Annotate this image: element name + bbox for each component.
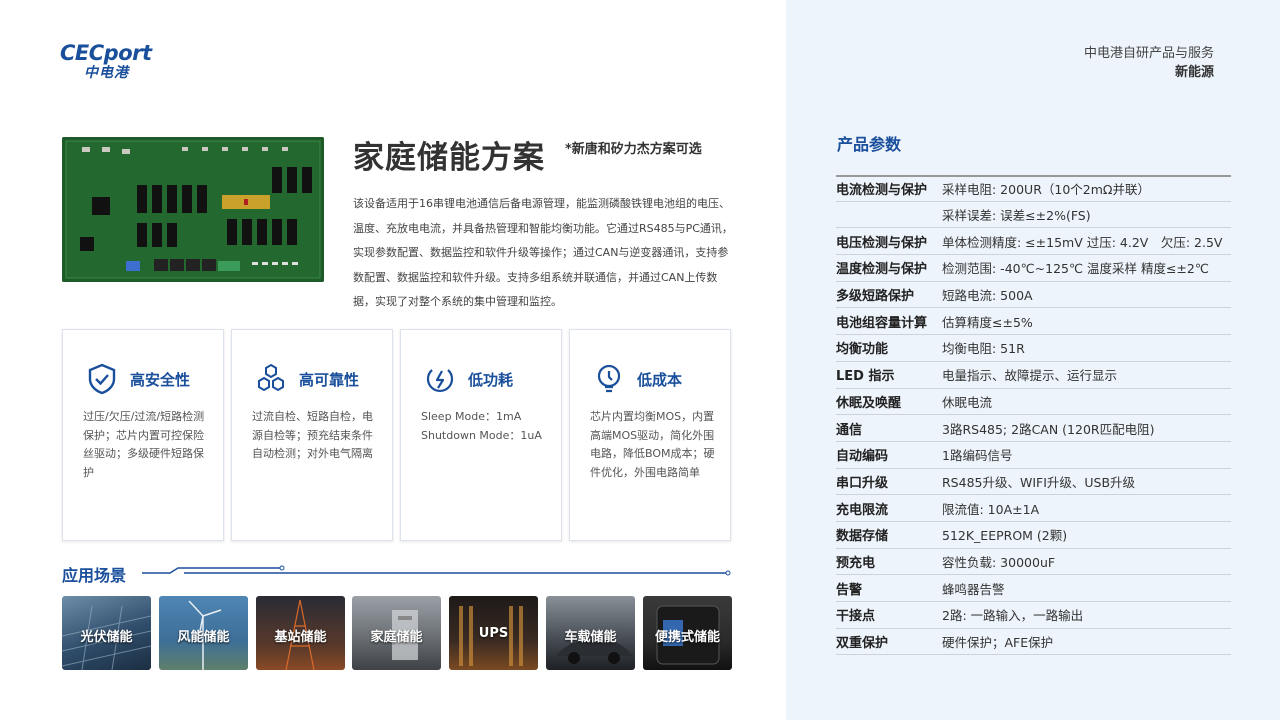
spec-key: 预充电: [836, 555, 876, 571]
spec-row: 预充电 容性负载: 30000uF: [836, 549, 1231, 576]
spec-value: 容性负载: 30000uF: [942, 554, 1056, 570]
spec-row: 休眠及唤醒 休眠电流: [836, 389, 1231, 416]
spec-value: 蜂鸣器告警: [942, 581, 1005, 597]
app-card-home: 家庭储能: [352, 596, 441, 670]
feature-title: 低功耗: [468, 371, 514, 389]
feature-desc: 过流自检、短路自检，电源自检等；预充结束条件自动检测；对外电气隔离: [252, 410, 373, 460]
app-name: 便携式储能: [654, 630, 720, 645]
spec-value: 3路RS485; 2路CAN (120R匹配电阻): [942, 421, 1155, 437]
feature-desc: Sleep Mode：1mA Shutdown Mode：1uA: [421, 410, 542, 442]
company-logo: CECport 中电港: [60, 42, 170, 84]
app-card-ups: UPS: [449, 596, 538, 670]
spec-key: 双重保护: [836, 636, 889, 652]
app-name: 风能储能: [177, 630, 230, 645]
spec-row: 充电限流 限流值: 10A±1A: [836, 495, 1231, 522]
app-name: 基站储能: [274, 630, 327, 645]
specs-title: 产品参数: [837, 135, 902, 154]
spec-key: 充电限流: [836, 502, 889, 518]
spec-row: 多级短路保护 短路电流: 500A: [836, 282, 1231, 309]
spec-key: 温度检测与保护: [836, 262, 928, 278]
app-card-portable: 便携式储能: [643, 596, 732, 670]
logo-text-cn: 中电港: [84, 65, 129, 81]
spec-key: 电流检测与保护: [836, 183, 928, 199]
spec-key: LED 指示: [836, 369, 895, 385]
feature-card-low-cost: 低成本 芯片内置均衡MOS，内置高端MOS驱动，简化外围电路，降低BOM成本；硬…: [569, 329, 731, 541]
spec-row: 温度检测与保护 检测范围: -40℃~125℃ 温度采样 精度≤±2℃: [836, 255, 1231, 282]
spec-value: 短路电流: 500A: [942, 288, 1033, 304]
spec-key: 均衡功能: [836, 342, 889, 358]
spec-row: 采样误差: 误差≤±2%(FS): [836, 202, 1231, 229]
app-name: 光伏储能: [80, 630, 133, 645]
spec-value: 均衡电阻: 51R: [942, 341, 1025, 357]
feature-title: 低成本: [637, 371, 683, 389]
spec-value: 1路编码信号: [942, 448, 1013, 464]
feature-desc: 芯片内置均衡MOS，内置高端MOS驱动，简化外围电路，降低BOM成本；硬件优化，…: [590, 410, 715, 479]
spec-row: 电池组容量计算 估算精度≤±5%: [836, 308, 1231, 336]
header-section: 新能源: [1174, 65, 1214, 80]
spec-row: 数据存储 512K_EEPROM (2颗): [836, 522, 1231, 549]
app-name: 车载储能: [564, 630, 617, 645]
app-card-solar: 光伏储能: [62, 596, 151, 670]
spec-key: 串口升级: [836, 475, 889, 491]
feature-title: 高安全性: [130, 371, 191, 389]
spec-value: 2路: 一路输入，一路输出: [942, 608, 1084, 624]
feature-title: 高可靠性: [299, 371, 360, 389]
hexagons-icon: [254, 362, 288, 396]
spec-key: 休眠及唤醒: [836, 395, 902, 411]
spec-value: 采样电阻: 200UR（10个2mΩ并联）: [942, 182, 1150, 198]
spec-value: 检测范围: -40℃~125℃ 温度采样 精度≤±2℃: [942, 261, 1209, 277]
section-divider-line: [142, 565, 731, 576]
spec-value: 单体检测精度: ≤±15mV 过压: 4.2V 欠压: 2.5V: [942, 234, 1223, 250]
spec-key: 告警: [836, 582, 863, 598]
app-name: UPS: [478, 626, 509, 641]
spec-row: 电压检测与保护 单体检测精度: ≤±15mV 过压: 4.2V 欠压: 2.5V: [836, 228, 1231, 256]
product-description: 该设备适用于16串锂电池通信后备电源管理，能监测磷酸铁锂电池组的电压、温度、充放…: [353, 197, 733, 308]
spec-key: 数据存储: [836, 529, 889, 545]
applications-title: 应用场景: [62, 566, 127, 585]
title-note: *新唐和矽力杰方案可选: [565, 142, 702, 157]
shield-check-icon: [85, 362, 119, 396]
spec-value: 休眠电流: [942, 394, 993, 410]
spec-key: 自动编码: [836, 449, 889, 465]
specs-table: 电流检测与保护 采样电阻: 200UR（10个2mΩ并联） 采样误差: 误差≤±2%…: [836, 175, 1231, 656]
spec-value: 512K_EEPROM (2颗): [942, 528, 1068, 544]
spec-row: 通信 3路RS485; 2路CAN (120R匹配电阻): [836, 415, 1231, 442]
spec-row: 电流检测与保护 采样电阻: 200UR（10个2mΩ并联）: [836, 175, 1231, 202]
app-card-base-station: 基站储能: [256, 596, 345, 670]
spec-row: LED 指示 电量指示、故障提示、运行显示: [836, 362, 1231, 389]
spec-row: 告警 蜂鸣器告警: [836, 575, 1231, 602]
spec-row: 干接点 2路: 一路输入，一路输出: [836, 602, 1231, 629]
feature-card-reliability: 高可靠性 过流自检、短路自检，电源自检等；预充结束条件自动检测；对外电气隔离: [231, 329, 393, 541]
spec-key: 多级短路保护: [836, 289, 915, 305]
spec-value: 限流值: 10A±1A: [942, 501, 1040, 517]
app-card-vehicle: 车载储能: [546, 596, 635, 670]
spec-row: 串口升级 RS485升级、WIFI升级、USB升级: [836, 469, 1231, 496]
spec-key: 电压检测与保护: [836, 235, 928, 251]
spec-value: RS485升级、WIFI升级、USB升级: [942, 474, 1136, 490]
feature-desc: 过压/欠压/过流/短路检测保护；芯片内置可控保险丝驱动；多级硬件短路保护: [83, 410, 205, 479]
feature-card-low-power: 低功耗 Sleep Mode：1mA Shutdown Mode：1uA: [400, 329, 562, 541]
spec-value: 采样误差: 误差≤±2%(FS): [942, 208, 1091, 224]
power-icon: [423, 362, 457, 396]
spec-key: 通信: [836, 422, 863, 438]
spec-row: 均衡功能 均衡电阻: 51R: [836, 335, 1231, 362]
spec-value: 估算精度≤±5%: [942, 314, 1033, 330]
logo-text-en: CECport: [60, 41, 152, 65]
header-category: 中电港自研产品与服务: [1083, 46, 1214, 61]
spec-row: 自动编码 1路编码信号: [836, 442, 1231, 469]
spec-value: 电量指示、故障提示、运行显示: [942, 368, 1118, 384]
app-card-wind: 风能储能: [159, 596, 248, 670]
page-title: 家庭储能方案: [353, 140, 545, 176]
product-pcb-image: [62, 137, 324, 282]
spec-row: 双重保护 硬件保护；AFE保护: [836, 629, 1231, 656]
spec-key: 干接点: [836, 609, 876, 625]
page-header: 中电港自研产品与服务 新能源: [1084, 44, 1214, 83]
app-name: 家庭储能: [370, 630, 423, 645]
spec-value: 硬件保护；AFE保护: [942, 635, 1054, 651]
feature-card-safety: 高安全性 过压/欠压/过流/短路检测保护；芯片内置可控保险丝驱动；多级硬件短路保…: [62, 329, 224, 541]
lightbulb-icon: [592, 362, 626, 396]
spec-key: 电池组容量计算: [836, 315, 928, 331]
